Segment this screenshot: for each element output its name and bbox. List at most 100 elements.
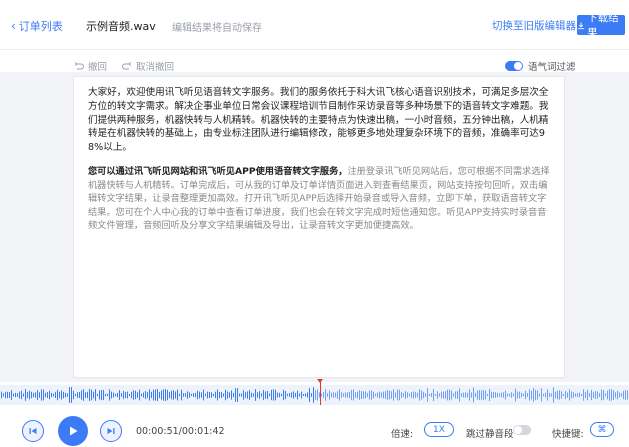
waveform-bar: [285, 390, 286, 400]
transcript-editor[interactable]: 大家好，欢迎使用讯飞听见语音转文字服务。我们的服务依托于科大讯飞核心语音识别技术…: [73, 76, 565, 378]
waveform-bar: [37, 390, 38, 400]
waveform-bar: [145, 390, 146, 400]
waveform-bar: [147, 392, 148, 398]
back-to-orders-link[interactable]: ‹ 订单列表: [11, 18, 63, 34]
waveform-bar: [317, 389, 318, 401]
top-bar: ‹ 订单列表 示例音频.wav 编辑结果将自动保存 切换至旧版编辑器 下载结果: [0, 0, 629, 50]
redo-button[interactable]: 取消撤回: [122, 59, 174, 73]
waveform-bar: [23, 393, 24, 397]
waveform-bar: [259, 391, 260, 399]
download-icon: [577, 21, 585, 29]
undo-button[interactable]: 撤回: [74, 59, 107, 73]
waveform-bar: [513, 393, 514, 397]
previous-sentence-button[interactable]: [22, 420, 44, 442]
waveform-bar: [621, 393, 622, 397]
play-button[interactable]: [58, 416, 88, 446]
waveform-bar: [31, 391, 32, 399]
filler-word-filter-toggle[interactable]: [505, 61, 523, 71]
waveform-bar: [71, 387, 72, 403]
audio-waveform[interactable]: [0, 385, 629, 405]
waveform-bar: [221, 392, 222, 398]
waveform-bar: [467, 392, 468, 398]
waveform-bar: [107, 393, 108, 397]
waveform-bar: [367, 392, 368, 398]
waveform-bar: [231, 390, 232, 400]
waveform-bar: [371, 390, 372, 400]
waveform-bar: [113, 392, 114, 398]
waveform-bar: [227, 391, 228, 399]
waveform-bar: [355, 392, 356, 398]
waveform-bar: [469, 389, 470, 401]
waveform-bar: [567, 392, 568, 398]
waveform-bar: [127, 391, 128, 399]
waveform-bar: [489, 389, 490, 401]
shortcut-label: 快捷键:: [552, 429, 584, 440]
waveform-bar: [115, 393, 116, 397]
undo-icon: [74, 61, 84, 69]
waveform-bar: [323, 392, 324, 398]
waveform-bar: [139, 389, 140, 401]
waveform-bar: [375, 393, 376, 397]
waveform-bar: [321, 393, 322, 397]
waveform-bar: [269, 393, 270, 397]
waveform-bar: [401, 392, 402, 398]
waveform-bar: [481, 390, 482, 400]
waveform-bar: [159, 391, 160, 399]
waveform-bar: [277, 392, 278, 398]
waveform-bar: [11, 390, 12, 400]
waveform-bar: [353, 389, 354, 401]
waveform-bar: [627, 390, 628, 400]
shortcut-button[interactable]: ⌘: [590, 422, 614, 437]
waveform-bar: [585, 391, 586, 399]
waveform-bar: [499, 393, 500, 397]
waveform-bar: [487, 393, 488, 397]
waveform-bar: [77, 392, 78, 398]
waveform-bar: [295, 392, 296, 398]
waveform-bar: [449, 389, 450, 401]
waveform-bar: [495, 392, 496, 398]
waveform-bar: [403, 393, 404, 397]
download-result-button[interactable]: 下载结果: [577, 12, 625, 39]
waveform-bar: [229, 392, 230, 398]
waveform-bar: [579, 392, 580, 398]
waveform-bar: [595, 391, 596, 399]
waveform-bar: [275, 389, 276, 401]
waveform-bar: [283, 389, 284, 401]
waveform-bar: [59, 391, 60, 399]
waveform-bar: [369, 390, 370, 400]
waveform-bar: [55, 391, 56, 399]
waveform-bar: [43, 389, 44, 401]
playhead-line[interactable]: [320, 380, 321, 405]
waveform-bar: [171, 390, 172, 400]
waveform-bar: [497, 392, 498, 398]
waveform-bar: [443, 391, 444, 399]
waveform-bar: [581, 393, 582, 397]
waveform-bar: [357, 391, 358, 399]
waveform-bar: [223, 393, 224, 397]
transcript-paragraph[interactable]: 大家好，欢迎使用讯飞听见语音转文字服务。我们的服务依托于科大讯飞核心语音识别技术…: [88, 86, 550, 155]
waveform-bar: [61, 390, 62, 400]
waveform-bar: [547, 389, 548, 401]
waveform-bar: [461, 393, 462, 397]
waveform-bar: [101, 390, 102, 400]
waveform-bar: [511, 392, 512, 398]
waveform-bar: [267, 390, 268, 400]
skip-silence-toggle[interactable]: [513, 425, 531, 435]
waveform-bar: [361, 390, 362, 400]
next-sentence-button[interactable]: [100, 420, 122, 442]
speed-selector[interactable]: 1X: [424, 422, 454, 437]
waveform-bar: [149, 389, 150, 401]
waveform-bar: [249, 390, 250, 400]
waveform-bar: [483, 389, 484, 401]
waveform-bar: [309, 388, 310, 402]
waveform-bar: [333, 392, 334, 398]
waveform-bar: [215, 391, 216, 399]
waveform-bar: [265, 391, 266, 399]
filler-word-filter: 语气词过滤: [505, 59, 576, 73]
transcript-paragraph[interactable]: 您可以通过讯飞听见网站和讯飞听见APP使用语音转文字服务，注册登录讯飞听见网站后…: [88, 165, 550, 233]
waveform-bar: [329, 390, 330, 400]
waveform-bar: [299, 393, 300, 397]
playhead-marker[interactable]: [317, 379, 323, 383]
waveform-bar: [187, 391, 188, 399]
waveform-bar: [9, 391, 10, 399]
